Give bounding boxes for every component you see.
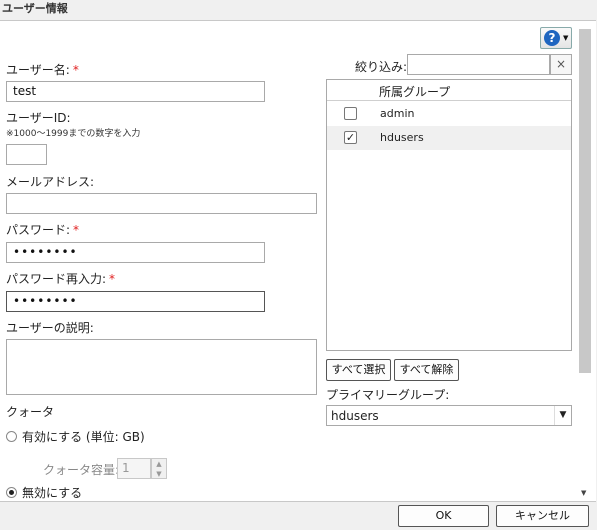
username-input[interactable]: test bbox=[6, 81, 265, 102]
primary-group-label: プライマリーグループ: bbox=[326, 388, 450, 402]
group-checkbox[interactable] bbox=[344, 107, 357, 120]
primary-group-value: hdusers bbox=[331, 409, 379, 423]
quota-enable-radio[interactable] bbox=[6, 431, 17, 442]
description-textarea[interactable] bbox=[6, 339, 317, 395]
ok-button[interactable]: OK bbox=[398, 505, 489, 527]
select-all-button[interactable]: すべて選択 bbox=[326, 359, 391, 381]
password-label: パスワード: * bbox=[6, 221, 79, 238]
scrollbar-thumb[interactable] bbox=[579, 29, 591, 373]
required-mark: * bbox=[73, 223, 80, 237]
userid-hint: ※1000～1999までの数字を入力 bbox=[6, 129, 141, 139]
group-name: hdusers bbox=[380, 131, 424, 144]
spinner-arrows-icon[interactable]: ▲ ▼ bbox=[151, 458, 167, 479]
username-label: ユーザー名: * bbox=[6, 61, 79, 78]
email-label: メールアドレス: bbox=[6, 175, 95, 189]
required-mark: * bbox=[109, 272, 116, 286]
quota-capacity-input[interactable]: 1 bbox=[117, 458, 151, 479]
user-info-dialog: ユーザー情報 ? ▼ ユーザー名: * test ユーザーID: ※1000～19… bbox=[0, 0, 597, 530]
password-confirm-input[interactable]: •••••••• bbox=[6, 291, 265, 312]
password-confirm-label: パスワード再入力: * bbox=[6, 270, 115, 287]
group-row-hdusers[interactable]: ✓ hdusers bbox=[327, 126, 571, 150]
group-name: admin bbox=[380, 107, 415, 120]
description-label: ユーザーの説明: bbox=[6, 321, 94, 335]
group-list-header: 所属グループ bbox=[327, 80, 571, 101]
group-list: 所属グループ admin ✓ hdusers bbox=[326, 79, 572, 351]
quota-disable-label: 無効にする bbox=[22, 486, 83, 500]
vertical-scrollbar[interactable]: ▼ bbox=[578, 29, 592, 499]
help-menu-button[interactable]: ? ▼ bbox=[540, 27, 572, 49]
dropdown-caret-icon: ▼ bbox=[563, 34, 569, 42]
clear-filter-icon[interactable]: × bbox=[550, 54, 572, 75]
quota-capacity-spinner[interactable]: 1 ▲ ▼ bbox=[117, 458, 167, 479]
form-panel: ? ▼ ユーザー名: * test ユーザーID: ※1000～1999までの数字… bbox=[0, 20, 596, 502]
deselect-all-button[interactable]: すべて解除 bbox=[394, 359, 459, 381]
required-mark: * bbox=[72, 63, 79, 77]
quota-disable-radio[interactable] bbox=[6, 487, 17, 498]
quota-label: クォータ bbox=[6, 405, 55, 419]
userid-input[interactable] bbox=[6, 144, 47, 165]
dialog-title: ユーザー情報 bbox=[2, 2, 68, 15]
chevron-down-icon: ▼ bbox=[554, 406, 571, 425]
primary-group-select[interactable]: hdusers ▼ bbox=[326, 405, 572, 426]
email-input[interactable] bbox=[6, 193, 317, 214]
quota-capacity-label: クォータ容量: bbox=[43, 463, 120, 477]
column-header: 所属グループ bbox=[379, 85, 451, 99]
scroll-down-arrow-icon[interactable]: ▼ bbox=[581, 489, 586, 497]
password-input[interactable]: •••••••• bbox=[6, 242, 265, 263]
username-label-text: ユーザー名: bbox=[6, 63, 70, 77]
password-confirm-label-text: パスワード再入力: bbox=[6, 272, 107, 286]
filter-input[interactable] bbox=[407, 54, 550, 75]
filter-label: 絞り込み: bbox=[355, 60, 408, 74]
cancel-button[interactable]: キャンセル bbox=[496, 505, 589, 527]
quota-enable-label: 有効にする (単位: GB) bbox=[22, 430, 145, 444]
userid-label: ユーザーID: bbox=[6, 111, 71, 125]
group-row-admin[interactable]: admin bbox=[327, 102, 571, 126]
group-checkbox[interactable]: ✓ bbox=[344, 131, 357, 144]
password-label-text: パスワード: bbox=[6, 223, 71, 237]
help-icon: ? bbox=[544, 30, 560, 46]
